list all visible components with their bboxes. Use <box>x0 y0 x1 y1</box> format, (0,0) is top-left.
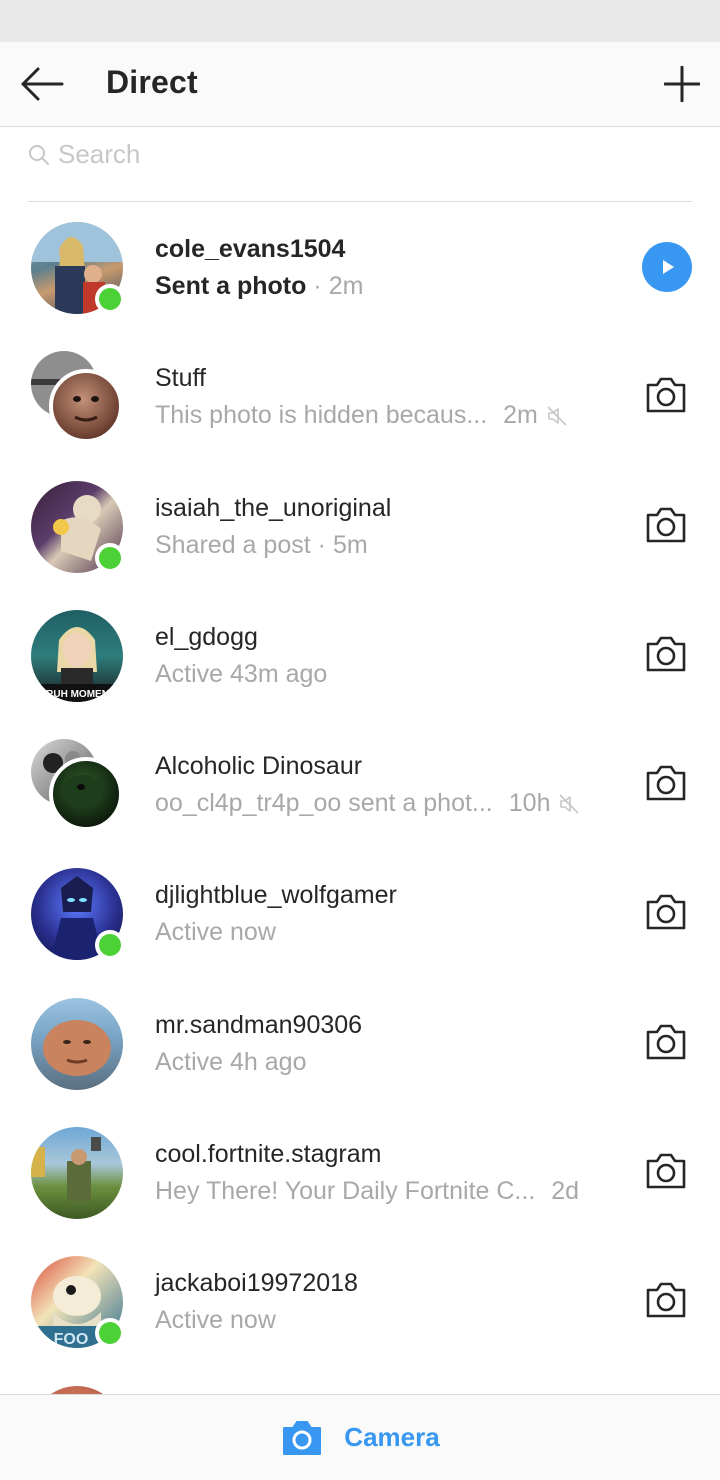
avatar <box>31 480 125 573</box>
camera-button[interactable] <box>644 1022 688 1062</box>
page-title: Direct <box>106 64 198 100</box>
avatar: BRUH MOMENT <box>31 609 123 702</box>
thread-preview: Active 43m ago <box>155 659 328 688</box>
thread-name: el_gdogg <box>155 622 258 651</box>
camera-icon <box>646 636 686 672</box>
camera-icon <box>646 377 686 413</box>
play-button[interactable] <box>642 242 692 292</box>
thread-name: mr.sandman90306 <box>155 1010 363 1039</box>
thread-item[interactable]: Alcoholic Dinosaur oo_cl4p_tr4p_oo sent … <box>0 719 720 848</box>
camera-icon <box>646 1283 686 1318</box>
thread-list: cole_evans1504 Sent a photo · 2m Stuff Thi… <box>0 202 720 1394</box>
camera-icon <box>646 507 686 542</box>
camera-button[interactable] <box>644 763 688 803</box>
header: Direct <box>0 42 720 127</box>
online-indicator <box>95 1318 125 1349</box>
camera-icon <box>646 765 686 801</box>
camera-icon <box>646 1024 686 1060</box>
new-message-button[interactable] <box>658 60 706 108</box>
avatar: FOO <box>31 1256 125 1349</box>
thread-item[interactable]: isaiah_the_unoriginal Shared a post · 5m <box>0 461 720 590</box>
thread-time: 2m <box>503 401 538 430</box>
back-arrow-icon <box>21 67 64 101</box>
group-avatar <box>31 739 123 832</box>
avatar <box>31 997 123 1090</box>
camera-icon <box>646 895 686 930</box>
back-button[interactable] <box>14 60 70 108</box>
online-indicator <box>95 284 125 314</box>
thread-item[interactable]: cole_evans1504 Sent a photo · 2m <box>0 202 720 331</box>
thread-name: jackaboi19972018 <box>155 1269 358 1298</box>
avatar <box>31 1127 123 1220</box>
camera-icon <box>280 1418 324 1458</box>
search-icon <box>28 144 50 166</box>
camera-button[interactable] <box>644 505 688 545</box>
thread-name: isaiah_the_unoriginal <box>155 493 392 522</box>
thread-item[interactable]: djlightblue_wolfgamer Active now <box>0 848 720 977</box>
thread-preview: Active now <box>155 918 276 947</box>
thread-time: 2d <box>551 1177 580 1206</box>
thread-preview: oo_cl4p_tr4p_oo sent a phot... 10h <box>155 789 580 818</box>
thread-time: 2m <box>328 272 364 300</box>
thread-item[interactable]: cool.fortnite.stagram Hey There! Your Da… <box>0 1107 720 1236</box>
avatar <box>31 222 125 314</box>
thread-name: cool.fortnite.stagram <box>155 1140 382 1169</box>
camera-button[interactable] <box>644 634 688 674</box>
thread-item[interactable]: mr.sandman90306 Active 4h ago <box>0 978 720 1107</box>
thread-preview: Shared a post · 5m <box>155 530 368 559</box>
thread-preview: Active now <box>155 1306 276 1335</box>
thread-time: 5m <box>333 530 368 559</box>
thread-time: 10h <box>508 789 551 818</box>
play-icon <box>663 260 674 274</box>
muted-icon <box>546 405 568 427</box>
camera-button[interactable] <box>644 375 688 415</box>
plus-icon <box>664 66 700 102</box>
camera-bar[interactable]: Camera <box>0 1394 720 1480</box>
thread-item[interactable]: Stuff This photo is hidden becaus... 2m <box>0 331 720 460</box>
thread-preview: Sent a photo · 2m <box>155 272 364 300</box>
status-bar <box>0 0 720 42</box>
search-input[interactable] <box>58 139 658 170</box>
camera-label: Camera <box>344 1422 440 1452</box>
avatar <box>31 868 125 961</box>
online-indicator <box>95 542 125 573</box>
thread-name: cole_evans1504 <box>155 235 346 263</box>
search-bar <box>28 136 692 202</box>
avatar-caption: FOO <box>54 1331 89 1348</box>
online-indicator <box>95 930 125 961</box>
thread-preview: Hey There! Your Daily Fortnite C... 2d <box>155 1177 580 1206</box>
camera-button[interactable] <box>644 1151 688 1191</box>
camera-button[interactable] <box>644 892 688 932</box>
avatar-caption: BRUH MOMENT <box>39 689 115 700</box>
thread-preview: Active 4h ago <box>155 1047 307 1076</box>
thread-preview: This photo is hidden becaus... 2m <box>155 401 568 430</box>
thread-name: djlightblue_wolfgamer <box>155 881 397 910</box>
thread-name: Stuff <box>155 364 206 393</box>
camera-button[interactable] <box>644 1280 688 1320</box>
thread-item[interactable]: FOO jackaboi19972018 Active now <box>0 1236 720 1365</box>
group-avatar <box>31 351 123 444</box>
muted-icon <box>558 793 580 815</box>
thread-item[interactable]: BRUH MOMENT el_gdogg Active 43m ago <box>0 590 720 719</box>
camera-icon <box>646 1153 686 1189</box>
thread-name: Alcoholic Dinosaur <box>155 752 363 781</box>
